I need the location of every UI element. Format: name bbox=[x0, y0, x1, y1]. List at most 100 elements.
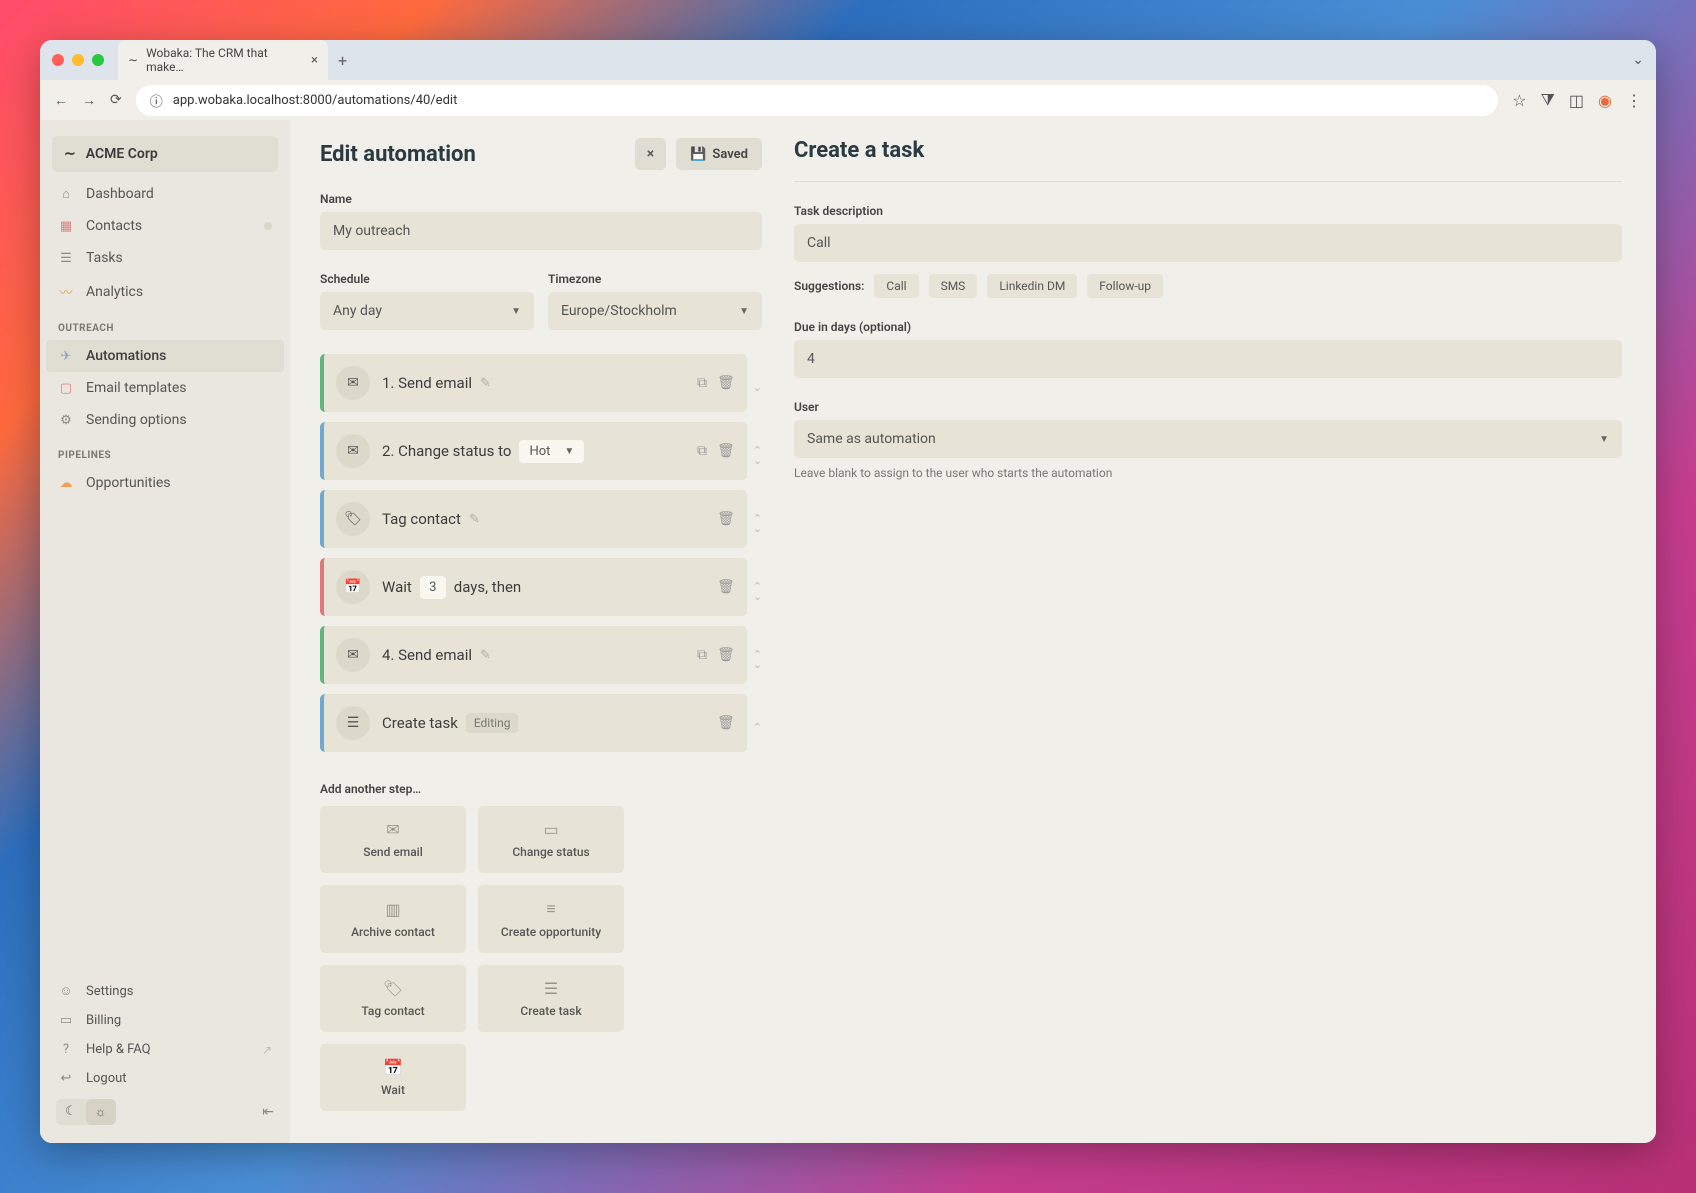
url-input[interactable]: ⓘ app.wobaka.localhost:8000/automations/… bbox=[136, 85, 1499, 116]
theme-light-button[interactable]: ☼ bbox=[86, 1099, 116, 1125]
window-close[interactable] bbox=[52, 54, 64, 66]
traffic-lights bbox=[52, 54, 104, 66]
star-icon[interactable]: ☆ bbox=[1512, 91, 1526, 110]
sidebar-item-label: Billing bbox=[86, 1013, 121, 1028]
window-minimize[interactable] bbox=[72, 54, 84, 66]
copy-step-icon[interactable]: ⧉ bbox=[697, 443, 707, 459]
sidebar-item-help[interactable]: ? Help & FAQ ↗ bbox=[40, 1035, 290, 1064]
move-down-icon[interactable]: ⌄ bbox=[753, 383, 762, 393]
edit-step-icon[interactable]: ✎ bbox=[469, 512, 480, 527]
window-maximize[interactable] bbox=[92, 54, 104, 66]
sidebar-item-email-templates[interactable]: ▢ Email templates bbox=[40, 372, 290, 404]
delete-step-icon[interactable]: 🗑 bbox=[717, 511, 735, 527]
editing-badge: Editing bbox=[466, 713, 519, 733]
sidebar-item-billing[interactable]: ▭ Billing bbox=[40, 1006, 290, 1035]
extensions-icon[interactable]: ⧩ bbox=[1541, 90, 1555, 110]
sidebar-item-tasks[interactable]: ☰ Tasks bbox=[40, 242, 290, 274]
sidebar-item-sending-options[interactable]: ⚙ Sending options bbox=[40, 404, 290, 436]
wait-days-input[interactable]: 3 bbox=[420, 576, 446, 599]
sidebar-item-dashboard[interactable]: ⌂ Dashboard bbox=[40, 178, 290, 210]
sidebar-item-contacts[interactable]: ▦ Contacts bbox=[40, 210, 290, 242]
save-icon: 💾 bbox=[690, 147, 706, 162]
tasks-icon: ☰ bbox=[58, 251, 74, 266]
sidebar-item-label: Logout bbox=[86, 1071, 127, 1086]
sidebar-item-logout[interactable]: ↩ Logout bbox=[40, 1064, 290, 1093]
sidepanel-icon[interactable]: ◫ bbox=[1569, 91, 1584, 110]
add-wait[interactable]: 📅 Wait bbox=[320, 1044, 466, 1111]
move-down-icon[interactable]: ⌄ bbox=[753, 660, 762, 670]
saved-button[interactable]: 💾 Saved bbox=[676, 138, 762, 170]
add-archive-contact[interactable]: ▥ Archive contact bbox=[320, 885, 466, 953]
step-wait[interactable]: 📅 Wait 3 days, then 🗑 bbox=[320, 558, 747, 616]
status-dropdown[interactable]: Hot ▼ bbox=[519, 440, 584, 463]
envelope-icon: ✉ bbox=[336, 366, 370, 400]
delete-step-icon[interactable]: 🗑 bbox=[717, 715, 735, 731]
external-link-icon: ↗ bbox=[262, 1043, 272, 1057]
user-select[interactable]: Same as automation ▼ bbox=[794, 420, 1622, 458]
menu-icon[interactable]: ⋮ bbox=[1626, 91, 1642, 110]
delete-step-icon[interactable]: 🗑 bbox=[717, 647, 735, 663]
sidebar: ∼ ACME Corp ⌂ Dashboard ▦ Contacts ☰ Tas… bbox=[40, 120, 290, 1143]
tab-favicon: ∼ bbox=[128, 53, 138, 67]
delete-step-icon[interactable]: 🗑 bbox=[717, 443, 735, 459]
edit-step-icon[interactable]: ✎ bbox=[480, 376, 491, 391]
add-tag-contact[interactable]: 🏷 Tag contact bbox=[320, 965, 466, 1032]
move-down-icon[interactable]: ⌄ bbox=[753, 456, 762, 466]
step-type-buttons: ✉ Send email ▭ Change status ▥ Archive c… bbox=[320, 806, 762, 1111]
create-task-panel: Create a task Task description Suggestio… bbox=[780, 120, 1656, 1143]
chevron-down-icon: ▼ bbox=[564, 446, 574, 457]
delete-step-icon[interactable]: 🗑 bbox=[717, 375, 735, 391]
delete-step-icon[interactable]: 🗑 bbox=[717, 579, 735, 595]
schedule-select[interactable]: Any day ▼ bbox=[320, 292, 534, 330]
tab-overflow-icon[interactable]: ⌄ bbox=[1632, 52, 1644, 68]
close-button[interactable]: × bbox=[635, 138, 666, 170]
step-send-email-4[interactable]: ✉ 4. Send email ✎ ⧉ 🗑 bbox=[320, 626, 747, 684]
suggestion-call[interactable]: Call bbox=[874, 274, 918, 298]
stack-icon: ☁ bbox=[58, 476, 74, 491]
sidebar-item-opportunities[interactable]: ☁ Opportunities bbox=[40, 467, 290, 499]
org-switcher[interactable]: ∼ ACME Corp bbox=[52, 136, 278, 172]
toolbar-actions: ☆ ⧩ ◫ ◉ ⋮ bbox=[1512, 90, 1642, 110]
browser-tab[interactable]: ∼ Wobaka: The CRM that make… × bbox=[118, 40, 328, 80]
move-down-icon[interactable]: ⌄ bbox=[753, 524, 762, 534]
add-create-opportunity[interactable]: ≡ Create opportunity bbox=[478, 885, 624, 953]
timezone-select[interactable]: Europe/Stockholm ▼ bbox=[548, 292, 762, 330]
add-send-email[interactable]: ✉ Send email bbox=[320, 806, 466, 873]
due-days-input[interactable] bbox=[794, 340, 1622, 378]
chart-icon: 〰 bbox=[58, 282, 74, 301]
timezone-value: Europe/Stockholm bbox=[561, 303, 677, 319]
move-up-icon[interactable]: ⌃ bbox=[753, 723, 762, 733]
tab-close-icon[interactable]: × bbox=[311, 53, 318, 68]
new-tab-button[interactable]: + bbox=[338, 51, 347, 70]
id-card-icon: ▭ bbox=[543, 820, 558, 839]
sidebar-item-automations[interactable]: ✈ Automations bbox=[46, 340, 284, 372]
step-create-task[interactable]: ☰ Create task Editing 🗑 bbox=[320, 694, 747, 752]
copy-step-icon[interactable]: ⧉ bbox=[697, 375, 707, 391]
suggestion-linkedin-dm[interactable]: Linkedin DM bbox=[987, 274, 1077, 298]
divider bbox=[794, 181, 1622, 182]
profile-icon[interactable]: ◉ bbox=[1598, 91, 1612, 110]
suggestion-follow-up[interactable]: Follow-up bbox=[1087, 274, 1163, 298]
site-info-icon[interactable]: ⓘ bbox=[150, 91, 163, 110]
edit-step-icon[interactable]: ✎ bbox=[480, 648, 491, 663]
copy-step-icon[interactable]: ⧉ bbox=[697, 647, 707, 663]
add-create-task[interactable]: ☰ Create task bbox=[478, 965, 624, 1032]
sidebar-item-analytics[interactable]: 〰 Analytics bbox=[40, 274, 290, 309]
task-description-input[interactable] bbox=[794, 224, 1622, 262]
name-input[interactable] bbox=[320, 212, 762, 250]
add-change-status[interactable]: ▭ Change status bbox=[478, 806, 624, 873]
theme-dark-button[interactable]: ☾ bbox=[56, 1099, 86, 1125]
sidebar-item-settings[interactable]: ☺ Settings bbox=[40, 976, 290, 1006]
forward-button[interactable]: → bbox=[82, 92, 96, 109]
collapse-sidebar-icon[interactable]: ⇤ bbox=[262, 1104, 274, 1120]
reload-button[interactable]: ⟳ bbox=[110, 92, 122, 108]
checklist-icon: ☰ bbox=[336, 706, 370, 740]
user-value: Same as automation bbox=[807, 431, 936, 447]
move-down-icon[interactable]: ⌄ bbox=[753, 592, 762, 602]
step-send-email-1[interactable]: ✉ 1. Send email ✎ ⧉ 🗑 bbox=[320, 354, 747, 412]
panel-title: Create a task bbox=[794, 138, 1622, 163]
step-change-status[interactable]: ✉ 2. Change status to Hot ▼ ⧉ 🗑 bbox=[320, 422, 747, 480]
back-button[interactable]: ← bbox=[54, 92, 68, 109]
step-tag-contact[interactable]: 🏷 Tag contact ✎ 🗑 bbox=[320, 490, 747, 548]
suggestion-sms[interactable]: SMS bbox=[929, 274, 978, 298]
